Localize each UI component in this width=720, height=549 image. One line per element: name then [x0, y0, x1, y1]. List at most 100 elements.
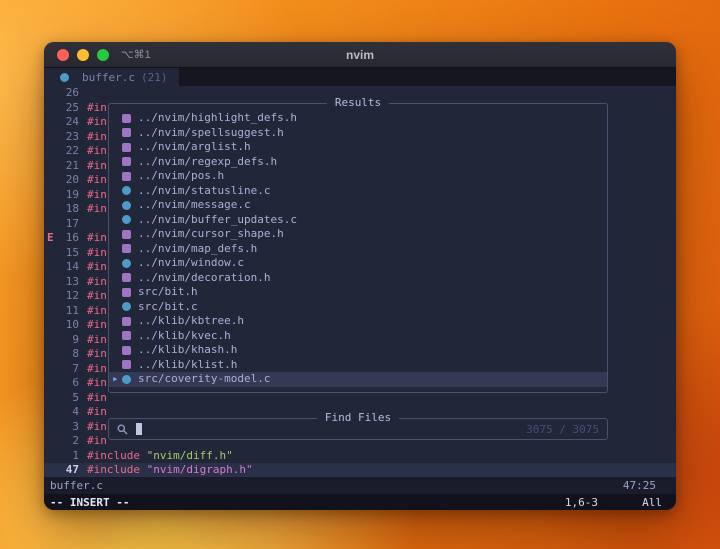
line-number: 9: [72, 332, 79, 346]
text-cursor: [136, 423, 142, 435]
c-file-icon: [122, 258, 131, 268]
editor-line[interactable]: 47 #include "nvim/digraph.h": [44, 463, 676, 477]
results-item[interactable]: ../nvim/highlight_defs.h: [109, 111, 607, 126]
sign-column: [44, 144, 59, 159]
line-number: 1: [72, 448, 79, 462]
command-line: -- INSERT -- 1,6-3 All: [44, 494, 676, 510]
c-file-icon: [122, 215, 131, 225]
sign-column: [44, 202, 59, 217]
line-text: #in: [87, 144, 107, 157]
line-number: 12: [65, 289, 79, 302]
line-number: 19: [65, 187, 79, 201]
sign-column: [44, 217, 59, 232]
tabline-fill: [179, 68, 676, 86]
file-name: ../klib/khash.h: [138, 343, 238, 356]
results-item[interactable]: ../klib/kbtree.h: [109, 314, 607, 329]
statusline-position: 47:25: [622, 479, 656, 492]
results-item[interactable]: ../nvim/arglist.h: [109, 140, 607, 155]
line-number: 26: [65, 86, 79, 99]
results-item[interactable]: ../nvim/spellsuggest.h: [109, 126, 607, 141]
results-item[interactable]: ../nvim/window.c: [109, 256, 607, 271]
editor-line[interactable]: 1 #include "nvim/diff.h": [44, 449, 676, 464]
file-name: src/bit.c: [138, 299, 198, 313]
line-text: #in: [87, 158, 107, 172]
file-name: ../nvim/regexp_defs.h: [138, 154, 278, 168]
file-name: ../nvim/map_defs.h: [138, 241, 258, 255]
header-file-icon: [122, 273, 131, 283]
zoom-button[interactable]: [97, 48, 109, 61]
tab-buffer-c[interactable]: buffer.c (21): [56, 68, 179, 86]
line-number: 22: [65, 144, 79, 157]
results-item[interactable]: ../nvim/cursor_shape.h: [109, 227, 607, 242]
results-item[interactable]: ../nvim/map_defs.h: [109, 242, 607, 257]
results-item[interactable]: src/bit.h: [109, 285, 607, 300]
file-name: src/bit.h: [138, 285, 198, 298]
sign-column: [44, 115, 59, 130]
header-file-icon: [122, 171, 131, 181]
line-number: 5: [72, 390, 79, 404]
header-file-icon: [122, 128, 131, 138]
line-text: #in: [87, 303, 107, 317]
line-number: 10: [65, 318, 79, 331]
header-file-icon: [122, 229, 131, 239]
file-name: ../nvim/highlight_defs.h: [138, 111, 297, 124]
results-item[interactable]: ../nvim/decoration.h: [109, 271, 607, 286]
results-counter: 3075 / 3075: [526, 422, 599, 436]
sign-column: [44, 362, 59, 377]
find-files-title: Find Files: [316, 411, 400, 424]
titlebar[interactable]: ⌥⌘1 nvim: [44, 42, 676, 68]
desktop-wallpaper: ⌥⌘1 nvim buffer.c (21) 26 25 #in 24 #in 23 #in…: [0, 0, 720, 549]
line-text: #in: [87, 129, 107, 143]
sign-column: [44, 159, 59, 174]
file-name: ../nvim/window.c: [138, 256, 244, 269]
sign-column: [44, 260, 59, 275]
file-name: ../nvim/pos.h: [138, 169, 225, 182]
file-name: src/coverity-model.c: [138, 372, 271, 385]
line-text: #in: [87, 100, 107, 114]
c-file-icon: [122, 302, 131, 312]
close-button[interactable]: [57, 48, 69, 61]
file-name: ../nvim/statusline.c: [138, 183, 271, 197]
sign-column: [44, 449, 59, 464]
line-text: #in: [87, 347, 107, 360]
c-file-icon: [122, 186, 131, 196]
mode-indicator: -- INSERT --: [50, 495, 130, 509]
header-file-icon: [122, 244, 131, 254]
minimize-button[interactable]: [77, 48, 89, 61]
line-number: 7: [72, 361, 79, 375]
results-item[interactable]: ../klib/klist.h: [109, 358, 607, 373]
results-item[interactable]: ../nvim/regexp_defs.h: [109, 155, 607, 170]
results-item[interactable]: ../nvim/message.c: [109, 198, 607, 213]
line-number: 16: [65, 231, 79, 244]
line-text: #in: [87, 187, 107, 201]
results-item[interactable]: ../klib/khash.h: [109, 343, 607, 358]
statusline-filename: buffer.c: [50, 479, 103, 492]
sign-column: [44, 405, 59, 420]
line-text: #in: [87, 318, 107, 331]
line-text: #in: [87, 419, 107, 433]
terminal-window: ⌥⌘1 nvim buffer.c (21) 26 25 #in 24 #in 23 #in…: [44, 42, 676, 510]
line-text: #in: [87, 115, 107, 128]
results-item[interactable]: ../nvim/statusline.c: [109, 184, 607, 199]
results-item[interactable]: src/bit.c: [109, 300, 607, 315]
line-number: 8: [72, 347, 79, 360]
traffic-lights: [44, 48, 109, 61]
line-number: 6: [72, 376, 79, 389]
statusline: buffer.c 47:25: [44, 477, 676, 494]
line-number: 21: [65, 158, 79, 172]
line-number: 23: [65, 129, 79, 143]
results-item[interactable]: ../klib/kvec.h: [109, 329, 607, 344]
file-name: ../nvim/decoration.h: [138, 270, 271, 284]
results-item[interactable]: ../nvim/pos.h: [109, 169, 607, 184]
sign-column: [44, 347, 59, 362]
sign-column: [44, 289, 59, 304]
line-number: 47: [65, 463, 79, 476]
c-file-icon: [60, 72, 69, 82]
header-file-icon: [122, 316, 131, 326]
sign-column: [44, 318, 59, 333]
results-item[interactable]: ▸ src/coverity-model.c: [109, 372, 607, 387]
line-number: 17: [65, 216, 79, 230]
sign-column: [44, 86, 59, 101]
results-item[interactable]: ../nvim/buffer_updates.c: [109, 213, 607, 228]
sign-column: E: [47, 231, 54, 244]
